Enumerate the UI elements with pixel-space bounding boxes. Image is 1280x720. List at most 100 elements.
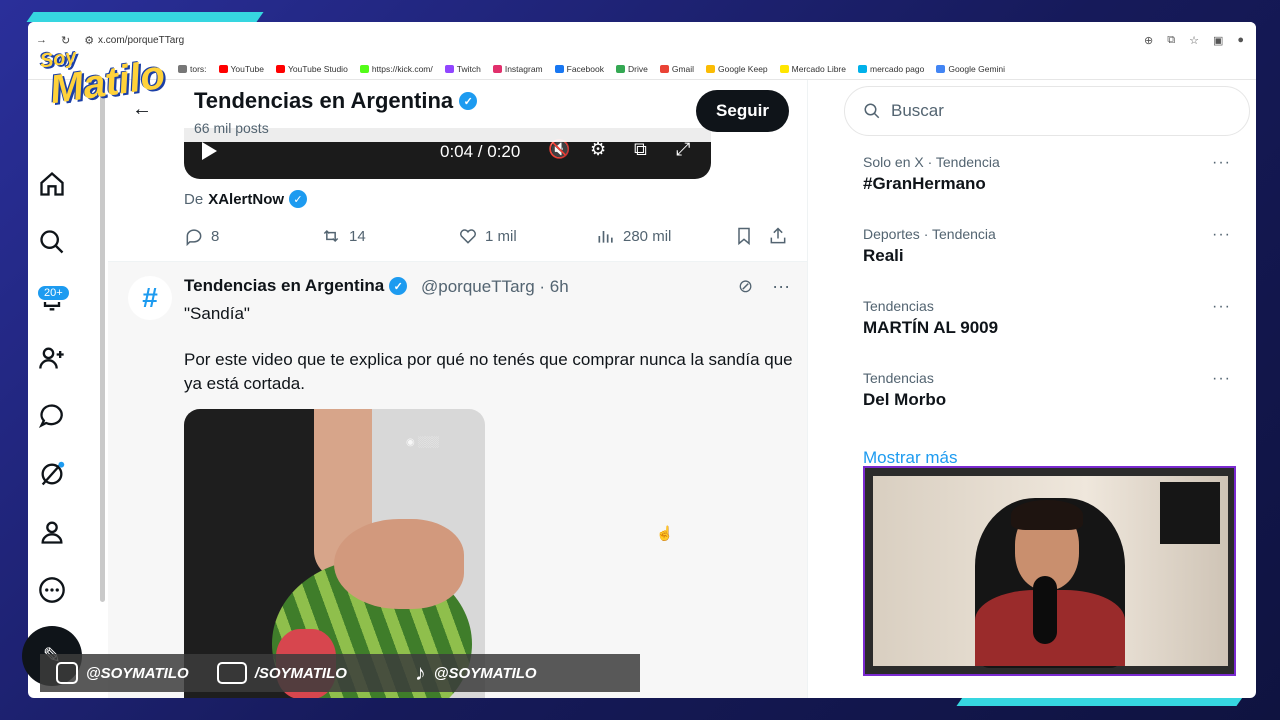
trend-category: Deportes · Tendencia bbox=[863, 226, 996, 242]
address-bar: → ↻ ⚙ x.com/porqueTTarg ⊕ ⧉ ☆ ▣ ● bbox=[28, 22, 1256, 58]
bookmark-item[interactable]: Twitch bbox=[444, 64, 481, 74]
tiktok-handle: ♪ @SOYMATILO bbox=[415, 660, 537, 686]
microphone-icon bbox=[1033, 576, 1057, 644]
bookmark-item[interactable]: mercado pago bbox=[858, 64, 924, 74]
more-icon[interactable]: ··· bbox=[1212, 226, 1231, 244]
reply-button[interactable]: 8 bbox=[184, 226, 219, 246]
reply-icon bbox=[186, 229, 202, 246]
forward-icon[interactable]: → bbox=[36, 34, 47, 47]
bookmark-item[interactable]: YouTube Studio bbox=[275, 64, 348, 74]
mute-icon[interactable]: 🔇 bbox=[548, 139, 570, 160]
more-icon[interactable]: ··· bbox=[1212, 370, 1231, 388]
arrow-left-icon[interactable]: ← bbox=[132, 98, 152, 121]
grok-icon[interactable] bbox=[36, 458, 68, 490]
bookmark-item[interactable]: Mercado Libre bbox=[779, 64, 846, 74]
search-icon[interactable] bbox=[36, 226, 68, 258]
fullscreen-icon[interactable]: ⤢ bbox=[676, 139, 690, 160]
bookmark-icon bbox=[659, 64, 669, 73]
tweet-menu: ⊘ ··· bbox=[738, 276, 790, 297]
tweet-author-name[interactable]: Tendencias en Argentina bbox=[184, 276, 384, 296]
zoom-icon[interactable]: ⊕ bbox=[1144, 34, 1153, 47]
video-time: 0:04 / 0:20 bbox=[440, 142, 521, 161]
bookmark-item[interactable]: Instagram bbox=[492, 64, 543, 74]
bookmark-label: YouTube bbox=[230, 63, 264, 74]
views-button[interactable]: 280 mil bbox=[596, 226, 671, 246]
bookmark-item[interactable]: Facebook bbox=[554, 64, 604, 74]
instagram-text: @SOYMATILO bbox=[86, 664, 189, 682]
settings-icon[interactable]: ⚙ bbox=[590, 139, 606, 160]
trend-category: Solo en X · Tendencia bbox=[863, 154, 1000, 170]
avatar[interactable]: # bbox=[128, 276, 172, 320]
page-title: Tendencias en Argentina ✓ bbox=[194, 88, 478, 114]
hand-cursor-icon: ☝ bbox=[656, 525, 674, 541]
trend-item[interactable]: Tendencias Del Morbo ··· bbox=[863, 370, 1243, 410]
profile-icon[interactable]: ● bbox=[1237, 34, 1244, 47]
search-input[interactable]: Buscar bbox=[844, 86, 1250, 136]
posts-count: 66 mil posts bbox=[194, 120, 269, 136]
profile-nav-icon[interactable] bbox=[36, 516, 68, 548]
video-frame-hand bbox=[334, 519, 464, 609]
bookmark-item[interactable]: https://kick.com/ bbox=[359, 64, 433, 74]
video-watermark: ◉ ░░░ bbox=[406, 437, 439, 448]
follow-button[interactable]: Seguir bbox=[696, 90, 789, 132]
heart-icon bbox=[460, 229, 476, 244]
source-user-link[interactable]: XAlertNow bbox=[208, 191, 284, 208]
views-count: 280 mil bbox=[623, 227, 672, 245]
bookmark-label: Google Gemini bbox=[948, 63, 1006, 74]
install-icon[interactable]: ⧉ bbox=[1167, 34, 1175, 47]
trend-category: Tendencias bbox=[863, 298, 934, 314]
tweet-handle[interactable]: @porqueTTarg · 6h bbox=[421, 277, 569, 297]
star-icon[interactable]: ☆ bbox=[1189, 34, 1199, 47]
scrollbar[interactable] bbox=[100, 82, 105, 602]
messages-icon[interactable] bbox=[36, 400, 68, 432]
url-text[interactable]: x.com/porqueTTarg bbox=[98, 35, 1144, 46]
trend-item[interactable]: Solo en X · Tendencia #GranHermano ··· bbox=[863, 154, 1243, 194]
share-icon[interactable] bbox=[768, 226, 788, 246]
repost-count: 14 bbox=[349, 227, 366, 245]
trend-name: #GranHermano bbox=[863, 174, 986, 193]
bookmark-item[interactable]: tors: bbox=[178, 64, 207, 74]
more-icon[interactable]: ··· bbox=[772, 276, 790, 296]
bookmark-icon bbox=[359, 64, 369, 73]
extensions-icon[interactable]: ▣ bbox=[1213, 34, 1223, 47]
more-icon[interactable]: ··· bbox=[1212, 154, 1231, 172]
reload-icon[interactable]: ↻ bbox=[61, 34, 70, 47]
bookmark-item[interactable]: Gmail bbox=[659, 63, 695, 74]
verified-icon: ✓ bbox=[389, 277, 408, 295]
youtube-icon bbox=[216, 662, 247, 684]
youtube-text: /SOYMATILO bbox=[254, 664, 347, 682]
play-icon[interactable] bbox=[202, 142, 217, 160]
more-options-icon[interactable] bbox=[36, 574, 68, 606]
tweet[interactable]: # Tendencias en Argentina ✓ @porqueTTarg… bbox=[108, 261, 807, 698]
bookmark-icon[interactable] bbox=[734, 226, 754, 246]
bookmark-icon bbox=[275, 64, 285, 73]
repost-icon bbox=[323, 229, 339, 243]
follow-people-icon[interactable] bbox=[36, 342, 68, 374]
bookmarks-bar: tors: YouTube YouTube Studio https://kick.c… bbox=[28, 58, 1256, 80]
bookmark-item[interactable]: Drive bbox=[615, 64, 648, 74]
bookmark-item[interactable]: Google Keep bbox=[706, 64, 768, 74]
bookmark-icon bbox=[554, 64, 564, 73]
bookmark-label: Gmail bbox=[671, 63, 695, 74]
notifications-icon[interactable]: 20+ bbox=[36, 284, 71, 316]
like-count: 1 mil bbox=[485, 227, 517, 245]
webcam-tv bbox=[1160, 482, 1220, 544]
trend-item[interactable]: Deportes · Tendencia Reali ··· bbox=[863, 226, 1243, 266]
like-button[interactable]: 1 mil bbox=[458, 226, 517, 246]
browser-tools: ⊕ ⧉ ☆ ▣ ● bbox=[1144, 34, 1256, 47]
trend-item[interactable]: Tendencias MARTÍN AL 9009 ··· bbox=[863, 298, 1243, 338]
trend-name: Del Morbo bbox=[863, 390, 947, 409]
bookmark-item[interactable]: YouTube bbox=[218, 63, 264, 74]
home-icon[interactable] bbox=[36, 168, 68, 200]
bookmark-item[interactable]: Google Gemini bbox=[936, 64, 1005, 74]
tiktok-text: @SOYMATILO bbox=[433, 664, 537, 682]
bookmark-icon bbox=[706, 64, 716, 73]
browser-window: → ↻ ⚙ x.com/porqueTTarg ⊕ ⧉ ☆ ▣ ● tors: Y… bbox=[28, 22, 1256, 698]
picture-in-picture-icon[interactable]: ⧉ bbox=[634, 139, 647, 160]
show-more-link[interactable]: Mostrar más bbox=[863, 448, 957, 468]
grok-icon[interactable]: ⊘ bbox=[738, 276, 753, 296]
tiktok-icon: ♪ bbox=[414, 660, 426, 685]
repost-button[interactable]: 14 bbox=[320, 226, 366, 246]
more-icon[interactable]: ··· bbox=[1212, 298, 1231, 316]
tweet-author[interactable]: Tendencias en Argentina ✓ bbox=[184, 276, 408, 296]
